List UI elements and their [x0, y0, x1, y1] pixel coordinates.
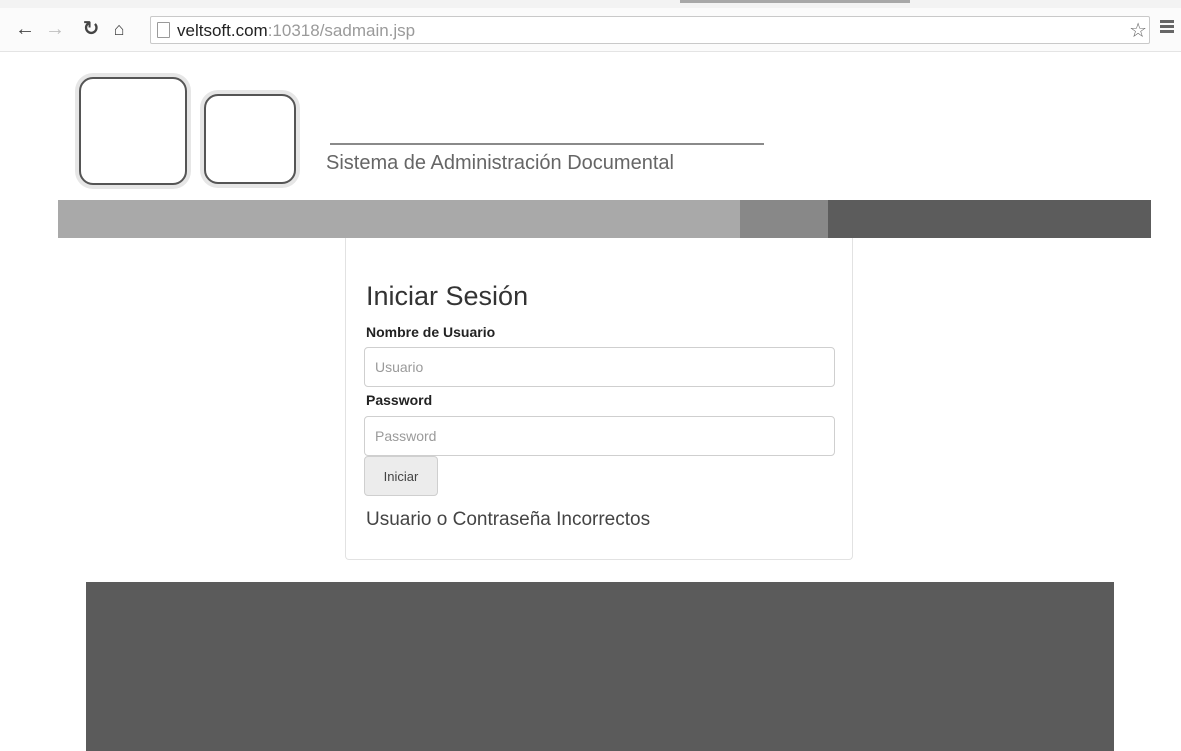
password-input[interactable] [364, 416, 835, 456]
header-band-light [58, 200, 740, 238]
reload-icon[interactable]: ↻ [80, 18, 102, 40]
footer-banner [86, 582, 1114, 751]
header-band-mid [740, 200, 828, 238]
url-host: veltsoft.com [177, 21, 268, 40]
address-bar[interactable]: veltsoft.com:10318/sadmain.jsp ☆ [150, 16, 1150, 44]
login-panel: Iniciar Sesión Nombre de Usuario Passwor… [345, 238, 853, 560]
page-icon [157, 22, 170, 38]
password-label: Password [366, 392, 433, 408]
active-tab-edge [680, 0, 910, 3]
menu-icon[interactable] [1160, 20, 1174, 34]
url-path: :10318/sadmain.jsp [267, 21, 416, 40]
address-url[interactable]: veltsoft.com:10318/sadmain.jsp [177, 20, 415, 42]
tab-strip [0, 0, 1181, 8]
back-icon[interactable]: ← [14, 18, 36, 40]
login-error-message: Usuario o Contraseña Incorrectos [366, 509, 651, 530]
home-icon[interactable]: ⌂ [108, 18, 130, 40]
logo-placeholder-secondary [204, 94, 296, 184]
system-title: Sistema de Administración Documental [326, 152, 674, 174]
logo-placeholder-primary [79, 77, 187, 185]
header-band-dark [828, 200, 1151, 238]
username-label: Nombre de Usuario [366, 324, 496, 340]
login-title: Iniciar Sesión [366, 281, 529, 311]
browser-toolbar: ← → ↻ ⌂ veltsoft.com:10318/sadmain.jsp ☆ [0, 0, 1181, 52]
username-input[interactable] [364, 347, 835, 387]
forward-icon[interactable]: → [44, 18, 66, 40]
bookmark-star-icon[interactable]: ☆ [1129, 18, 1147, 43]
title-divider [330, 143, 764, 145]
login-submit-button[interactable]: Iniciar [364, 456, 438, 496]
